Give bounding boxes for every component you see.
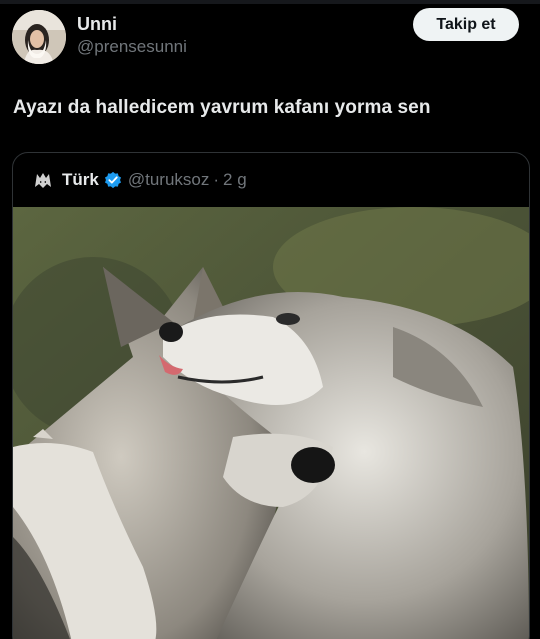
top-divider — [0, 0, 540, 4]
quoted-timestamp[interactable]: 2 g — [223, 170, 247, 190]
quoted-media[interactable] — [13, 207, 529, 639]
author-handle[interactable]: @prensesunni — [77, 37, 187, 57]
tweet-text: Ayazı da halledicem yavrum kafanı yorma … — [13, 97, 431, 118]
author-avatar[interactable] — [12, 10, 66, 64]
author-display-name[interactable]: Unni — [77, 14, 117, 35]
wolf-logo-icon[interactable] — [33, 170, 53, 190]
verified-badge-icon — [104, 171, 121, 189]
time-separator: · — [213, 170, 220, 189]
profile-photo-icon — [12, 10, 66, 64]
follow-button[interactable]: Takip et — [413, 8, 519, 41]
quoted-handle[interactable]: @turuksoz — [128, 170, 210, 190]
quoted-display-name[interactable]: Türk — [62, 170, 99, 190]
wolves-photo-icon — [13, 207, 529, 639]
quoted-tweet-card[interactable]: Türk @turuksoz · 2 g — [12, 152, 530, 639]
quoted-tweet-header: Türk @turuksoz · 2 g — [13, 153, 529, 207]
